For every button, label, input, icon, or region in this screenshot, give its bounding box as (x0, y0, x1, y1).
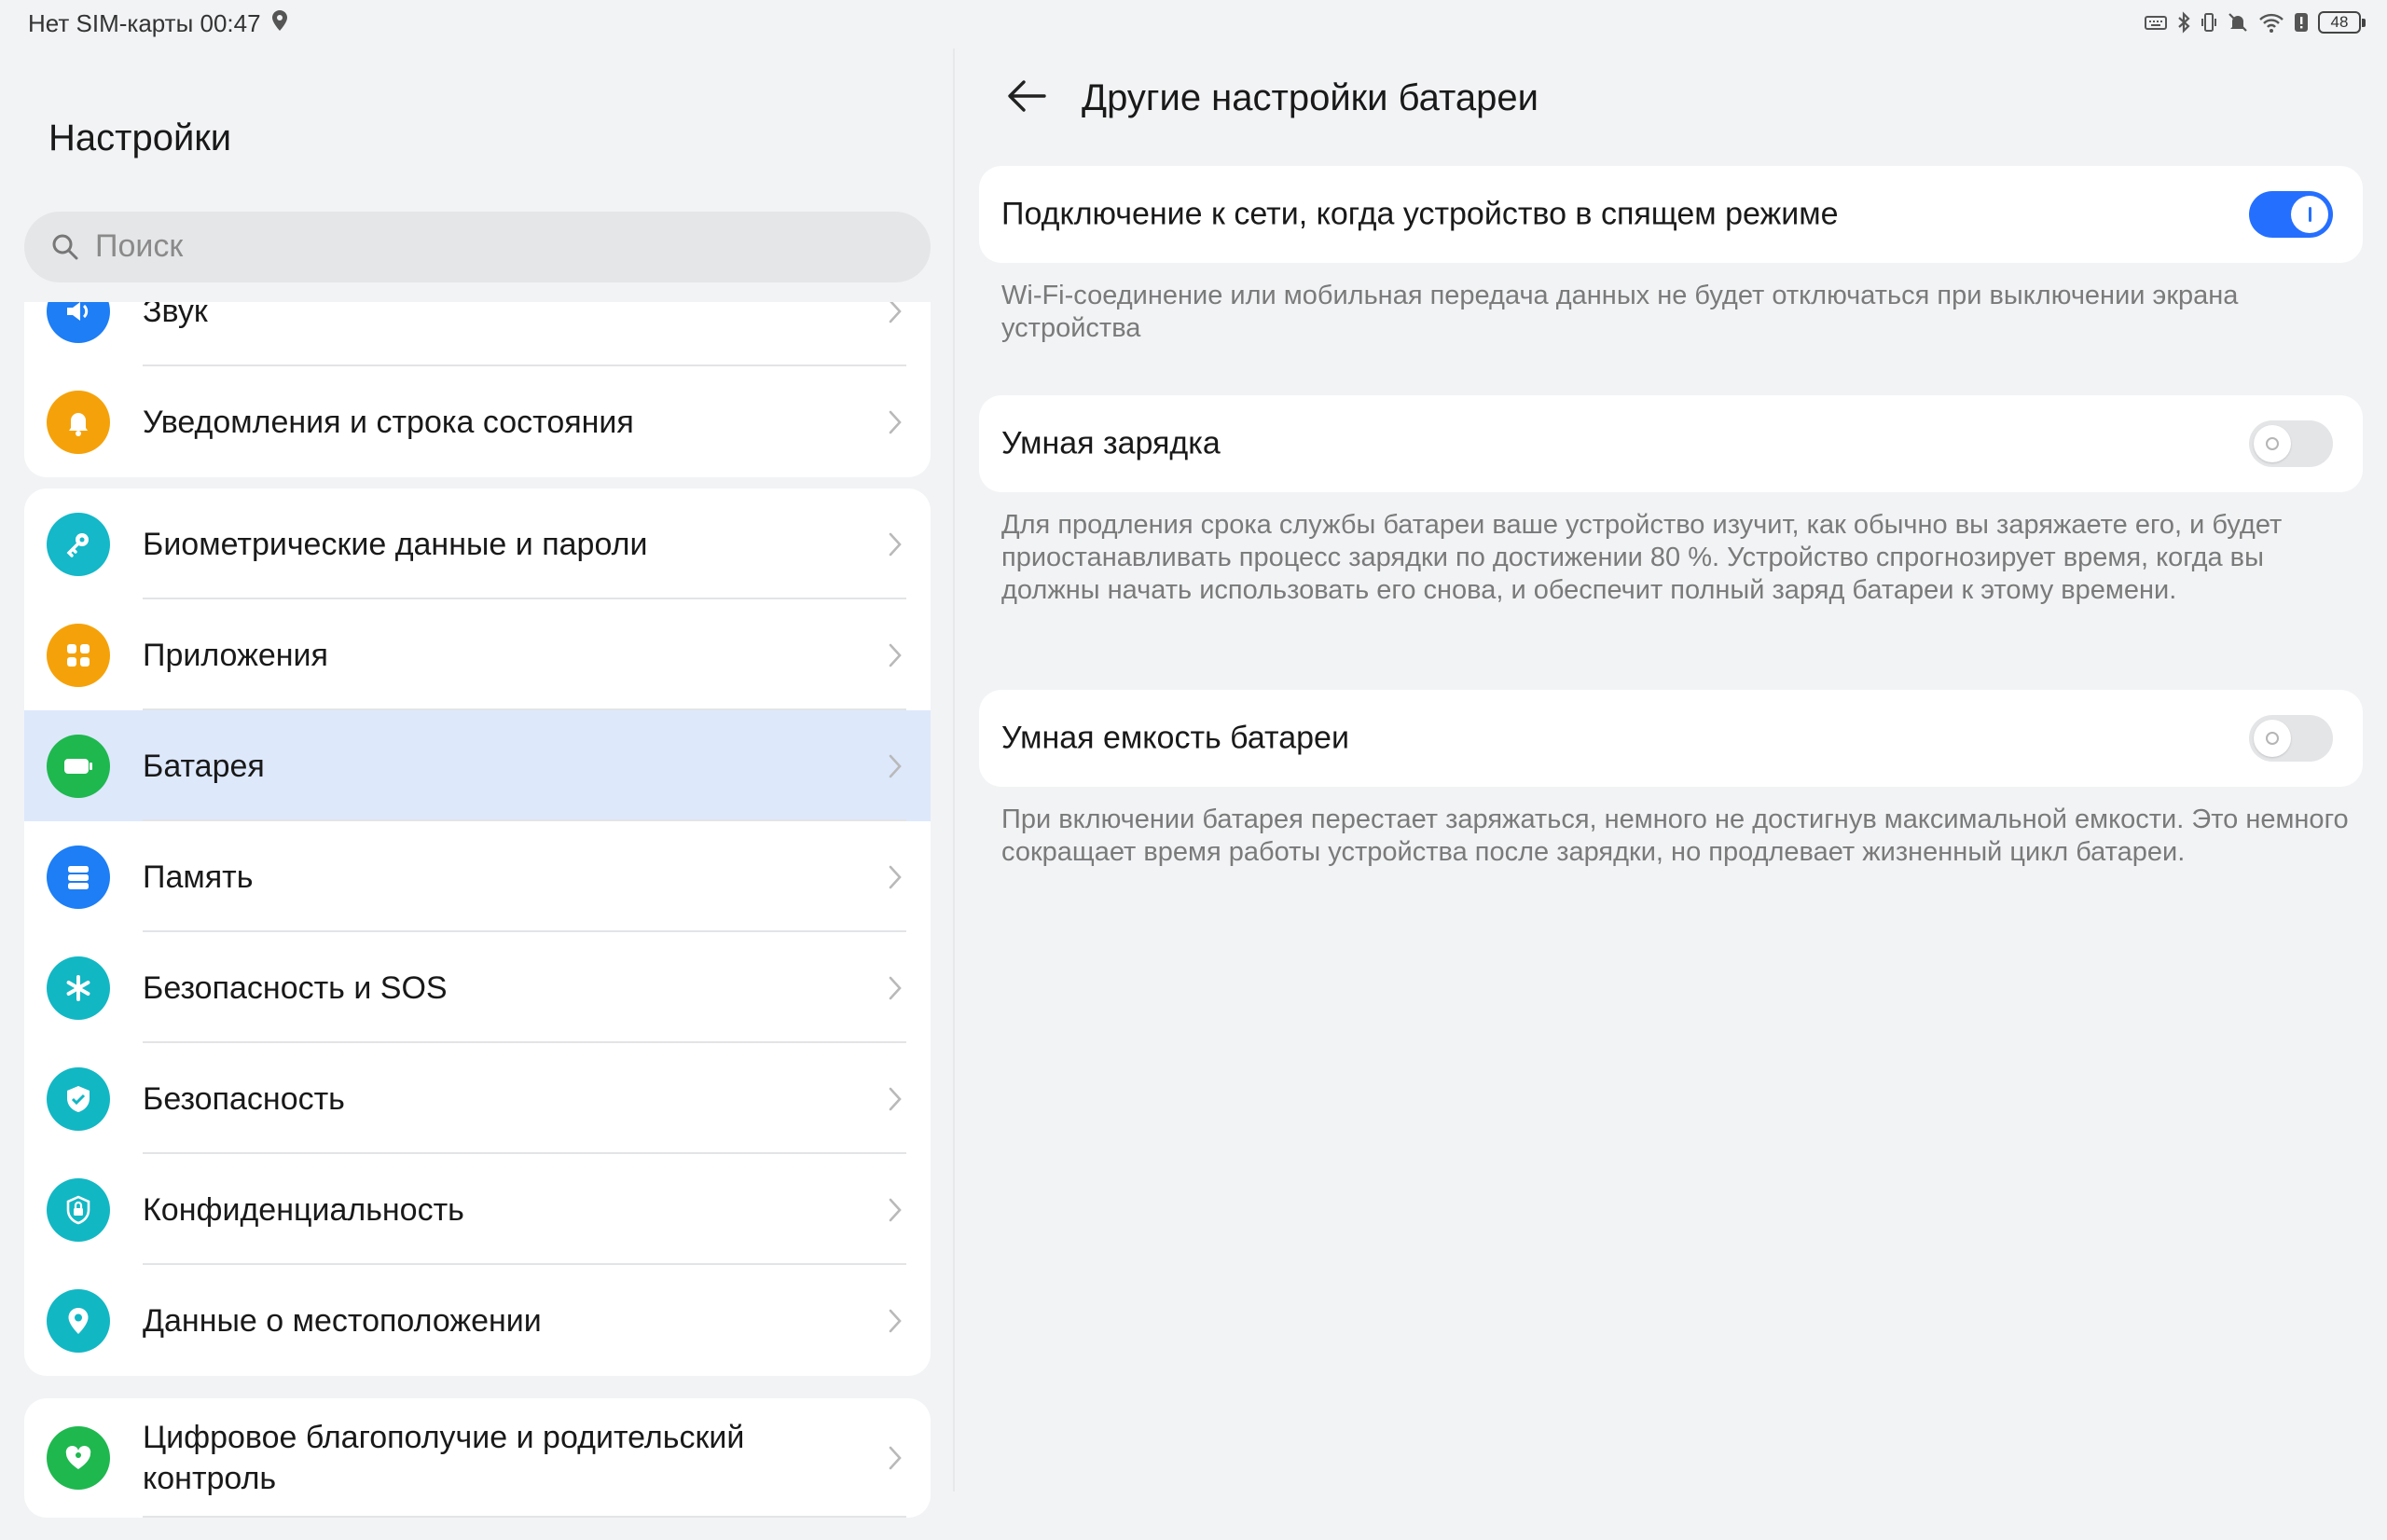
setting-smart-capacity[interactable]: Умная емкость батареи (979, 690, 2363, 787)
sidebar-item-label: Цифровое благополучие и родительский кон… (143, 1420, 745, 1496)
chevron-right-icon (888, 753, 903, 784)
sound-icon (47, 302, 110, 343)
bell-icon (47, 390, 110, 454)
toggle-knob (2254, 720, 2291, 757)
sidebar-item-security[interactable]: Безопасность (24, 1043, 931, 1154)
sidebar-item-label: Данные о местоположении (143, 1302, 542, 1339)
setting-smart-charging[interactable]: Умная зарядка (979, 395, 2363, 492)
search-icon (47, 228, 84, 270)
sidebar-item-apps[interactable]: Приложения (24, 599, 931, 710)
chevron-right-icon (888, 1308, 903, 1339)
sidebar-item-safety-sos[interactable]: Безопасность и SOS (24, 932, 931, 1043)
settings-list[interactable]: Звук Уведомления и строка состояния Биом… (0, 302, 953, 1540)
wifi-icon (2258, 11, 2284, 34)
keyboard-icon (2145, 14, 2167, 31)
sidebar-item-label: Память (143, 859, 254, 895)
sidebar-item-label: Уведомления и строка состояния (143, 404, 634, 440)
setting-label: Умная зарядка (1001, 425, 1221, 461)
sidebar-item-location[interactable]: Данные о местоположении (24, 1265, 931, 1376)
settings-group-2: Биометрические данные и пароли Приложени… (24, 488, 931, 1376)
toggle-knob (2254, 425, 2291, 462)
sidebar-item-sound[interactable]: Звук (24, 302, 931, 366)
back-arrow-icon[interactable] (1003, 73, 1050, 124)
apps-icon (47, 623, 110, 687)
alert-icon (2294, 11, 2309, 34)
privacy-lock-icon (47, 1177, 110, 1242)
battery-settings-pane: Другие настройки батареи Подключение к с… (955, 48, 2387, 1492)
battery-icon (47, 734, 110, 798)
setting-description: Wi-Fi-соединение или мобильная передача … (1001, 281, 2239, 343)
status-bar: Нет SIM-карты 00:47 48 (0, 0, 2387, 48)
sidebar-item-label: Безопасность и SOS (143, 969, 448, 1006)
chevron-right-icon (888, 1445, 903, 1476)
heart-icon (47, 1426, 110, 1490)
search-input[interactable]: Поиск (95, 228, 183, 265)
chevron-right-icon (888, 642, 903, 673)
divider (143, 1516, 906, 1518)
sidebar-item-label: Приложения (143, 637, 328, 673)
chevron-right-icon (888, 1197, 903, 1228)
sidebar-item-label: Биометрические данные и пароли (143, 526, 648, 562)
sidebar-item-notifications[interactable]: Уведомления и строка состояния (24, 366, 931, 477)
sidebar-item-label: Звук (143, 302, 208, 329)
status-left: Нет SIM-карты 00:47 (28, 9, 289, 38)
network-sleep-toggle[interactable] (2249, 191, 2333, 238)
setting-network-sleep[interactable]: Подключение к сети, когда устройство в с… (979, 166, 2363, 263)
toggle-knob (2291, 196, 2328, 233)
mute-icon (2227, 11, 2249, 34)
sidebar-item-biometrics[interactable]: Биометрические данные и пароли (24, 488, 931, 599)
page-title: Настройки (48, 117, 232, 158)
status-text: Нет SIM-карты 00:47 (28, 9, 261, 37)
chevron-right-icon (888, 409, 903, 440)
sidebar-item-battery[interactable]: Батарея (24, 710, 931, 821)
setting-description: При включении батарея перестает заряжать… (1001, 804, 2349, 867)
vibrate-icon (2201, 11, 2217, 34)
sidebar-item-label: Батарея (143, 748, 265, 784)
settings-sidebar: Настройки Поиск Звук Уведомления и строк… (0, 48, 953, 1518)
chevron-right-icon (888, 1086, 903, 1117)
smart-charging-toggle[interactable] (2249, 420, 2333, 467)
setting-label: Подключение к сети, когда устройство в с… (1001, 196, 1839, 232)
storage-icon (47, 845, 110, 909)
page-title: Другие настройки батареи (1082, 77, 1538, 118)
sidebar-item-storage[interactable]: Память (24, 821, 931, 932)
settings-group-3: Цифровое благополучие и родительский кон… (24, 1398, 931, 1518)
sidebar-item-label: Безопасность (143, 1080, 345, 1117)
location-icon (270, 9, 289, 38)
settings-group-1: Звук Уведомления и строка состояния (24, 302, 931, 477)
chevron-right-icon (888, 302, 903, 329)
shield-icon (47, 1066, 110, 1131)
status-right: 48 (2145, 11, 2366, 34)
location-pin-icon (47, 1288, 110, 1353)
chevron-right-icon (888, 864, 903, 895)
asterisk-icon (47, 956, 110, 1020)
chevron-right-icon (888, 975, 903, 1006)
battery-level: 48 (2330, 13, 2349, 31)
bluetooth-icon (2176, 11, 2191, 34)
chevron-right-icon (888, 531, 903, 562)
smart-capacity-toggle[interactable] (2249, 715, 2333, 762)
setting-description: Для продления срока службы батареи ваше … (1001, 510, 2283, 605)
sidebar-item-privacy[interactable]: Конфиденциальность (24, 1154, 931, 1265)
setting-label: Умная емкость батареи (1001, 720, 1349, 756)
sidebar-item-digital-wellbeing[interactable]: Цифровое благополучие и родительский кон… (24, 1398, 931, 1518)
key-icon (47, 512, 110, 576)
battery-icon: 48 (2318, 11, 2366, 34)
sidebar-item-label: Конфиденциальность (143, 1191, 464, 1228)
search-bar[interactable]: Поиск (24, 212, 931, 282)
